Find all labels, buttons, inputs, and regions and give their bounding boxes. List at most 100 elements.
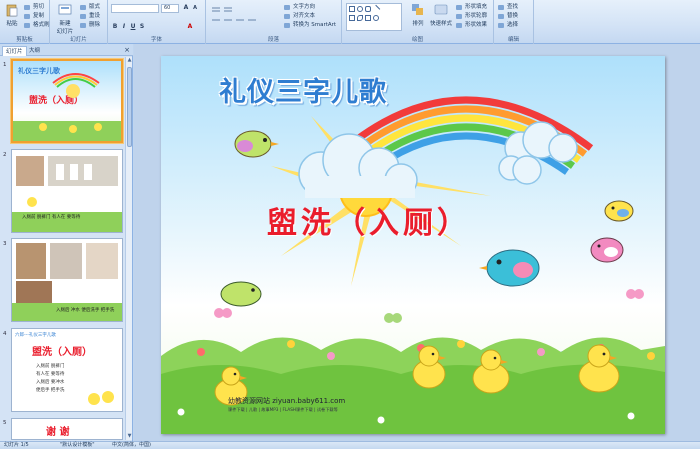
slide-thumbnail-3[interactable]: 入厕后 冲水 便后洗手 把手洗 <box>11 238 123 322</box>
status-slide-info: 幻灯片 1/5 <box>4 442 29 448</box>
find-button[interactable]: 查找 <box>498 4 518 11</box>
status-bar: 幻灯片 1/5 "默认设计模板" 中文(简体，中国) <box>0 441 700 449</box>
slide-credit-small: 课件下载 | 儿歌 | 故事MP3 | FLASH课件下载 | 试卷下载等 <box>228 407 338 412</box>
status-theme: "默认设计模板" <box>60 442 95 448</box>
thumb-heading: 谢 谢 <box>46 427 70 438</box>
underline-button[interactable]: U <box>129 23 137 31</box>
shape-fill-button[interactable]: 形状填充 <box>456 4 487 11</box>
thumb-number: 5 <box>3 420 7 426</box>
new-slide-icon <box>58 4 72 15</box>
thumb-number: 1 <box>3 62 7 68</box>
shape-effects-button[interactable]: 形状效果 <box>456 22 487 29</box>
paragraph-group: 文字方向 对齐文本 转换为 SmartArt 段落 <box>206 0 342 44</box>
paste-label: 粘贴 <box>6 21 18 27</box>
arrange-button[interactable]: 排列 <box>408 3 428 33</box>
clipboard-group: 粘贴 剪切 复制 格式刷 剪贴板 <box>0 0 50 44</box>
convert-smartart-button[interactable]: 转换为 SmartArt <box>284 22 336 29</box>
font-group: 60 A A B I U S A 字体 <box>108 0 206 44</box>
slides-group-label: 幻灯片 <box>70 37 87 43</box>
thumb-line: 有人在 要等待 <box>36 372 65 377</box>
quick-styles-button[interactable]: 快速样式 <box>430 3 452 33</box>
rectangle-shape-icon[interactable] <box>349 6 355 12</box>
align-text-button[interactable]: 对齐文本 <box>284 13 315 20</box>
quick-styles-icon <box>434 4 448 15</box>
drawing-group: 排列 快速样式 形状填充 形状轮廓 形状效果 绘图 <box>342 0 494 44</box>
slide-canvas[interactable]: 礼仪三字儿歌 盥洗（入厕） 幼教资源网站 ziyuan.baby611.com … <box>161 56 665 434</box>
shape-outline-button[interactable]: 形状轮廓 <box>456 13 487 20</box>
tab-slides[interactable]: 幻灯片 <box>2 46 27 56</box>
thumb-line: 入厕后 要冲水 <box>36 380 65 385</box>
select-button[interactable]: 选择 <box>498 22 518 29</box>
copy-button[interactable]: 复制 <box>24 13 44 20</box>
thumb-heading: 盥洗（入厕） <box>32 347 92 358</box>
slide-workspace: 礼仪三字儿歌 盥洗（入厕） 幼教资源网站 ziyuan.baby611.com … <box>134 44 700 441</box>
slides-panel: 幻灯片 大纲 × 1 礼仪三字儿歌 盥洗（入厕） 2 入厕前 脱裤门 有人在 要… <box>0 44 133 441</box>
font-size-select[interactable]: 60 <box>161 4 179 13</box>
status-language: 中文(简体，中国) <box>112 442 151 448</box>
new-slide-label: 新建 <box>59 21 71 27</box>
rounded-rect-shape-icon[interactable] <box>365 6 371 12</box>
textbox-shape-icon[interactable] <box>349 15 355 21</box>
thumb-chicks <box>88 391 114 405</box>
editing-group: 查找 替换 选择 编辑 <box>494 0 534 44</box>
bold-button[interactable]: B <box>111 23 119 31</box>
panel-tabs: 幻灯片 大纲 × <box>0 44 133 56</box>
ribbon: 粘贴 剪切 复制 格式刷 剪贴板 新建 幻灯片 版式 重设 删除 幻灯片 60 … <box>0 0 700 44</box>
slide-illustration <box>161 96 665 434</box>
tab-outline[interactable]: 大纲 <box>26 46 43 56</box>
font-color-button[interactable]: A <box>186 23 194 31</box>
slides-group: 新建 幻灯片 版式 重设 删除 幻灯片 <box>50 0 108 44</box>
arrange-icon <box>412 4 423 15</box>
thumb-lines: 入厕前 脱裤门 有人在 要等待 入厕后 要冲水 便后手 把手洗 <box>36 363 64 395</box>
new-slide-button[interactable]: 新建 幻灯片 <box>54 3 76 35</box>
reset-button[interactable]: 重设 <box>80 13 100 20</box>
scroll-down-icon[interactable]: ▼ <box>126 433 133 440</box>
layout-button[interactable]: 版式 <box>80 4 100 11</box>
strikethrough-button[interactable]: S <box>138 23 146 31</box>
grow-font-button[interactable]: A <box>182 4 190 12</box>
thumb-number: 2 <box>3 152 7 158</box>
thumb-title: 六郎---礼仪三字儿歌 <box>15 333 56 338</box>
drawing-group-label: 绘图 <box>411 37 423 43</box>
text-direction-button[interactable]: 文字方向 <box>284 4 315 11</box>
italic-button[interactable]: I <box>120 23 128 31</box>
slide-heading[interactable]: 盥洗（入厕） <box>267 198 471 242</box>
slide-thumbnail-4[interactable]: 六郎---礼仪三字儿歌 盥洗（入厕） 入厕前 脱裤门 有人在 要等待 入厕后 要… <box>11 328 123 412</box>
quick-styles-label: 快速样式 <box>430 21 453 27</box>
shapes-gallery[interactable] <box>346 3 402 31</box>
thumb-number: 3 <box>3 241 7 247</box>
triangle-shape-icon[interactable] <box>365 15 371 21</box>
paragraph-list-icons <box>212 7 256 21</box>
thumb-caption: 入厕前 脱裤门 有人在 要等待 <box>22 215 81 220</box>
slide-thumbnail-2[interactable]: 入厕前 脱裤门 有人在 要等待 <box>11 149 123 233</box>
thumb-caption: 入厕后 冲水 便后洗手 把手洗 <box>56 308 115 313</box>
scroll-thumb[interactable] <box>127 67 132 147</box>
paragraph-group-label: 段落 <box>267 37 279 43</box>
thumb-illustration <box>13 73 121 141</box>
delete-button[interactable]: 删除 <box>80 22 100 29</box>
close-panel-icon[interactable]: × <box>124 46 130 54</box>
thumb-line: 入厕前 脱裤门 <box>36 364 65 369</box>
editing-group-label: 编辑 <box>507 37 519 43</box>
slide-thumbnail-5[interactable]: 谢 谢 <box>11 418 123 440</box>
font-group-label: 字体 <box>150 37 162 43</box>
shrink-font-button[interactable]: A <box>191 4 199 12</box>
slide-thumbnail-1[interactable]: 礼仪三字儿歌 盥洗（入厕） <box>11 59 123 143</box>
thumb-number: 4 <box>3 331 7 337</box>
paste-button[interactable]: 粘贴 <box>2 3 22 33</box>
oval-shape-icon[interactable] <box>357 6 363 12</box>
scroll-up-icon[interactable]: ▲ <box>126 57 133 64</box>
paste-icon <box>6 4 18 17</box>
circle-shape-icon[interactable] <box>373 15 379 21</box>
arrange-label: 排列 <box>412 21 424 27</box>
line-shape-icon[interactable] <box>371 4 381 14</box>
format-painter-button[interactable]: 格式刷 <box>24 22 50 29</box>
slide-title[interactable]: 礼仪三字儿歌 <box>219 70 387 109</box>
thumb-line: 便后手 把手洗 <box>36 388 65 393</box>
arc-shape-icon[interactable] <box>357 15 363 21</box>
panel-scrollbar[interactable]: ▲ ▼ <box>125 57 132 440</box>
font-name-select[interactable] <box>111 4 159 13</box>
replace-button[interactable]: 替换 <box>498 13 518 20</box>
cut-button[interactable]: 剪切 <box>24 4 44 11</box>
clipboard-label: 剪贴板 <box>16 37 33 43</box>
